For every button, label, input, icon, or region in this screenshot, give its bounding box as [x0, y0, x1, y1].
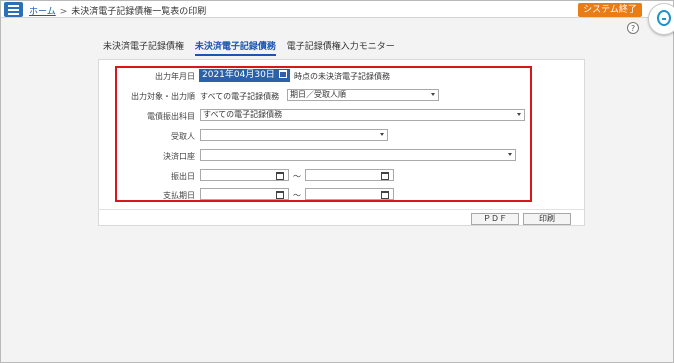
calendar-icon[interactable] — [275, 171, 285, 180]
pdf-button[interactable]: ＰＤＦ — [471, 213, 519, 225]
issue-date-to-input[interactable] — [305, 169, 394, 181]
due-date-label: 支払期日 — [163, 191, 195, 200]
tab-input-monitor[interactable]: 電子記録債権入力モニター — [287, 42, 395, 56]
issuer-select[interactable]: すべての電子記録債務 — [200, 109, 525, 121]
range-separator: ～ — [293, 191, 301, 200]
issuer-label: 電債振出科目 — [147, 112, 195, 121]
issuer-value: すべての電子記録債務 — [203, 110, 283, 119]
page-title: 未決済電子記録債権一覧表の印刷 — [71, 7, 207, 17]
account-label: 決済口座 — [163, 152, 195, 161]
breadcrumb: ホーム > 未決済電子記録債権一覧表の印刷 — [29, 4, 206, 17]
help-icon[interactable]: ? — [627, 22, 639, 34]
chevron-down-icon — [431, 93, 435, 96]
app-window: ホーム > 未決済電子記録債権一覧表の印刷 システム終了 ? 未決済電子記録債権 未… — [0, 0, 674, 363]
chevron-down-icon — [380, 133, 384, 136]
home-link[interactable]: ホーム — [29, 7, 56, 17]
print-button[interactable]: 印刷 — [523, 213, 571, 225]
due-date-from-input[interactable] — [200, 188, 289, 200]
issue-date-from-input[interactable] — [200, 169, 289, 181]
payee-label: 受取人 — [171, 132, 195, 141]
hamburger-menu-icon[interactable] — [4, 2, 23, 17]
issue-date-label: 振出日 — [171, 172, 195, 181]
chevron-down-icon — [517, 113, 521, 116]
output-order-select[interactable]: 期日／受取人順 — [287, 89, 439, 101]
tab-unsettled-payables[interactable]: 未決済電子記録債務 — [194, 42, 276, 56]
account-select[interactable] — [200, 149, 516, 161]
due-date-to-input[interactable] — [305, 188, 394, 200]
payee-select[interactable] — [200, 129, 388, 141]
top-bar: ホーム > 未決済電子記録債権一覧表の印刷 システム終了 — [1, 1, 673, 18]
breadcrumb-separator: > — [59, 7, 68, 17]
output-date-field[interactable]: 2021年04月30日 — [199, 69, 279, 82]
output-target-value: すべての電子記録債務 — [200, 92, 280, 101]
output-order-value: 期日／受取人順 — [290, 90, 346, 99]
tab-unsettled-receivables[interactable]: 未決済電子記録債権 — [103, 42, 184, 56]
range-separator: ～ — [293, 172, 301, 181]
tab-bar: 未決済電子記録債権 未決済電子記録債務 電子記録債権入力モニター — [103, 42, 403, 56]
panel-divider — [98, 209, 585, 210]
calendar-icon[interactable] — [278, 69, 290, 82]
system-exit-button[interactable]: システム終了 — [578, 3, 642, 17]
output-target-label: 出力対象・出力順 — [131, 92, 195, 101]
assistant-avatar-icon[interactable] — [648, 3, 674, 35]
output-date-label: 出力年月日 — [155, 72, 195, 81]
output-date-suffix: 時点の未決済電子記録債務 — [294, 72, 390, 81]
calendar-icon[interactable] — [380, 190, 390, 199]
calendar-icon[interactable] — [275, 190, 285, 199]
chevron-down-icon — [508, 153, 512, 156]
calendar-icon[interactable] — [380, 171, 390, 180]
